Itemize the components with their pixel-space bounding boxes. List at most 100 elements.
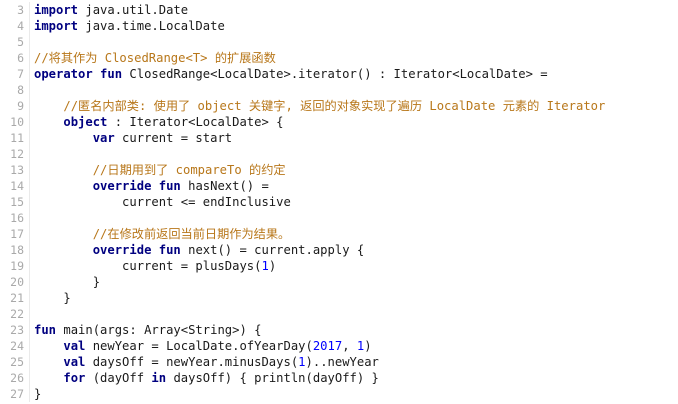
number-token: 2017 [312,339,343,353]
code-lines: 3 import java.util.Date 4 import java.time.… [0,2,678,402]
code-editor[interactable]: 3 import java.util.Date 4 import java.time.… [0,2,678,402]
code-text: } [34,274,100,290]
code-text: current <= endInclusive [34,194,291,210]
code-line[interactable]: 14 override fun hasNext() = [0,178,678,194]
code-text: operator fun ClosedRange<LocalDate>.iter… [34,66,548,82]
keyword-token: object [63,115,108,129]
line-number: 26 [10,371,24,385]
keyword-token: for [63,371,86,385]
line-number: 16 [10,211,24,225]
keyword-token: val [63,355,86,369]
text-token: hasNext() = [180,179,269,193]
text-token: next() = current.apply { [180,243,365,257]
keyword-token: val [63,339,86,353]
code-text: //在修改前返回当前日期作为结果。 [34,226,291,242]
keyword-token: var [92,131,115,145]
text-token: ClosedRange<LocalDate>.iterator() : Iter… [122,67,548,81]
code-line[interactable]: 16 [0,210,678,226]
keyword-token: in [151,371,167,385]
line-number: 25 [10,355,24,369]
comment-token: //日期用到了 compareTo 的约定 [92,163,286,177]
keyword-token: override [92,243,152,257]
code-text: //将其作为 ClosedRange<T> 的扩展函数 [34,50,276,66]
code-line[interactable]: 22 [0,306,678,322]
keyword-token: fun [34,323,57,337]
text-token: java.util.Date [78,3,189,17]
code-text: override fun hasNext() = [34,178,269,194]
code-line[interactable]: 3 import java.util.Date [0,2,678,18]
code-line[interactable]: 13 //日期用到了 compareTo 的约定 [0,162,678,178]
line-number: 21 [10,291,24,305]
code-text: fun main(args: Array<String>) { [34,322,261,338]
keyword-token: fun [158,243,181,257]
code-text: for (dayOff in daysOff) { println(dayOff… [34,370,379,386]
code-line[interactable]: 19 current = plusDays(1) [0,258,678,274]
code-text: override fun next() = current.apply { [34,242,365,258]
line-number: 17 [10,227,24,241]
code-line[interactable]: 12 [0,146,678,162]
line-number: 18 [10,243,24,257]
line-number: 8 [17,83,24,97]
code-line[interactable]: 27} [0,386,678,402]
code-line[interactable]: 9 //匿名内部类: 使用了 object 关键字, 返回的对象实现了遍历 Lo… [0,98,678,114]
text-token: java.time.LocalDate [78,19,225,33]
text-token: } [34,387,42,401]
code-line[interactable]: 8 [0,82,678,98]
code-text: import java.time.LocalDate [34,18,225,34]
code-line[interactable]: 26 for (dayOff in daysOff) { println(day… [0,370,678,386]
line-number: 13 [10,163,24,177]
line-number: 9 [17,99,24,113]
text-token: current = start [114,131,233,145]
keyword-token: operator [34,67,93,81]
code-line[interactable]: 4 import java.time.LocalDate [0,18,678,34]
keyword-token: override [92,179,152,193]
text-token: } [34,291,71,305]
text-token: daysOff) { println(dayOff) } [166,371,379,385]
code-line[interactable]: 5 [0,34,678,50]
code-line[interactable]: 20 } [0,274,678,290]
code-line[interactable]: 6 //将其作为 ClosedRange<T> 的扩展函数 [0,50,678,66]
line-number: 15 [10,195,24,209]
text-token: ) [364,339,372,353]
code-text: var current = start [34,130,232,146]
code-line[interactable]: 10 object : Iterator<LocalDate> { [0,114,678,130]
code-text: object : Iterator<LocalDate> { [34,114,283,130]
code-line[interactable]: 7 operator fun ClosedRange<LocalDate>.ite… [0,66,678,82]
text-token: current = plusDays( [34,259,262,273]
keyword-token: fun [158,179,181,193]
code-line[interactable]: 23 fun main(args: Array<String>) { [0,322,678,338]
line-number: 7 [17,67,24,81]
keyword-token: import [34,19,79,33]
line-number: 12 [10,147,24,161]
code-line[interactable]: 24 val newYear = LocalDate.ofYearDay(201… [0,338,678,354]
code-text: } [34,290,71,306]
code-line[interactable]: 18 override fun next() = current.apply { [0,242,678,258]
code-line[interactable]: 17 //在修改前返回当前日期作为结果。 [0,226,678,242]
line-number: 22 [10,307,24,321]
code-line[interactable]: 11 var current = start [0,130,678,146]
code-line[interactable]: 21 } [0,290,678,306]
line-number: 23 [10,323,24,337]
code-line[interactable]: 15 current <= endInclusive [0,194,678,210]
number-token: 1 [261,259,269,273]
text-token: )..newYear [305,355,379,369]
text-token: newYear = LocalDate.ofYearDay( [85,339,313,353]
line-number: 14 [10,179,24,193]
line-number: 5 [17,35,24,49]
code-line[interactable]: 25 val daysOff = newYear.minusDays(1)..n… [0,354,678,370]
keyword-token: fun [100,67,123,81]
text-token: ) [268,259,277,273]
text-token: current <= endInclusive [34,195,291,209]
line-number: 4 [17,19,24,33]
line-number: 6 [17,51,24,65]
